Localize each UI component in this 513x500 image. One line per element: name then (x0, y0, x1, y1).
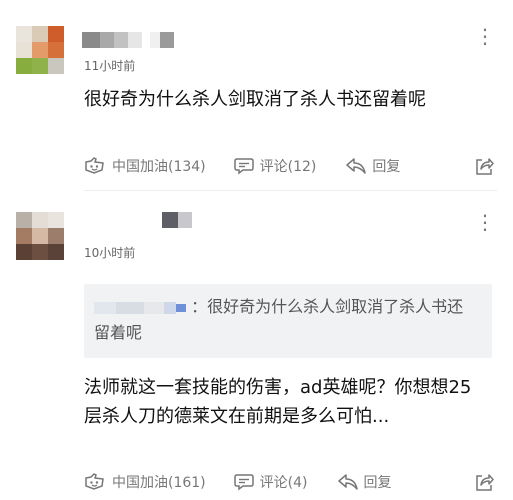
comment-time: 11小时前 (84, 59, 136, 73)
share-icon (476, 474, 494, 491)
divider (84, 190, 497, 191)
like-button[interactable]: 中国加油(161) (84, 472, 206, 492)
comment-text: 很好奇为什么杀人剑取消了杀人书还留着呢 (84, 89, 426, 110)
avatar[interactable] (16, 212, 64, 260)
quote-line-1: ：很好奇为什么杀人剑取消了杀人书还 (94, 294, 463, 320)
reply-label: 回复 (372, 159, 401, 175)
comment-actions: 中国加油(161) 评论(4) 回复 (84, 472, 494, 492)
thumbs-up-icon (85, 157, 104, 174)
reply-arrow-icon (346, 158, 367, 174)
more-vertical-icon[interactable]: ⋮ (475, 212, 495, 232)
reply-button[interactable]: 回复 (346, 156, 400, 176)
comment-button[interactable]: 评论(4) (233, 472, 308, 492)
like-count-label: 中国加油(134) (112, 159, 206, 175)
comment-text-line-2: 层杀人刀的德莱文在前期是多么可怕... (84, 406, 390, 427)
reply-button[interactable]: 回复 (337, 472, 392, 492)
comment-actions: 中国加油(134) 评论(12) 回复 (84, 156, 494, 176)
reply-label: 回复 (363, 475, 392, 491)
share-button[interactable] (474, 472, 494, 492)
like-count-label: 中国加油(161) (112, 475, 206, 491)
quote-text-line-2: 留着呢 (94, 323, 143, 342)
comment-count-label: 评论(12) (259, 159, 317, 175)
quoted-username-blurred (94, 297, 191, 316)
speech-bubble-icon (233, 158, 254, 175)
comment-count-label: 评论(4) (259, 475, 308, 491)
more-vertical-icon[interactable]: ⋮ (475, 26, 495, 46)
username-blurred[interactable] (162, 212, 192, 228)
reply-arrow-icon (337, 474, 358, 490)
thumbs-up-icon (85, 473, 104, 490)
like-button[interactable]: 中国加油(134) (84, 156, 206, 176)
comment-time: 10小时前 (84, 246, 136, 260)
quote-text-line-1: ：很好奇为什么杀人剑取消了杀人书还 (191, 297, 464, 316)
username-blurred[interactable] (82, 32, 174, 48)
quoted-comment[interactable]: ：很好奇为什么杀人剑取消了杀人书还 留着呢 (84, 284, 492, 358)
comment-button[interactable]: 评论(12) (233, 156, 317, 176)
share-button[interactable] (474, 156, 494, 176)
speech-bubble-icon (233, 474, 254, 491)
comment-text-line-1: 法师就这一套技能的伤害，ad英雄呢？你想想25 (84, 377, 472, 398)
share-icon (476, 158, 494, 175)
avatar[interactable] (16, 26, 64, 74)
